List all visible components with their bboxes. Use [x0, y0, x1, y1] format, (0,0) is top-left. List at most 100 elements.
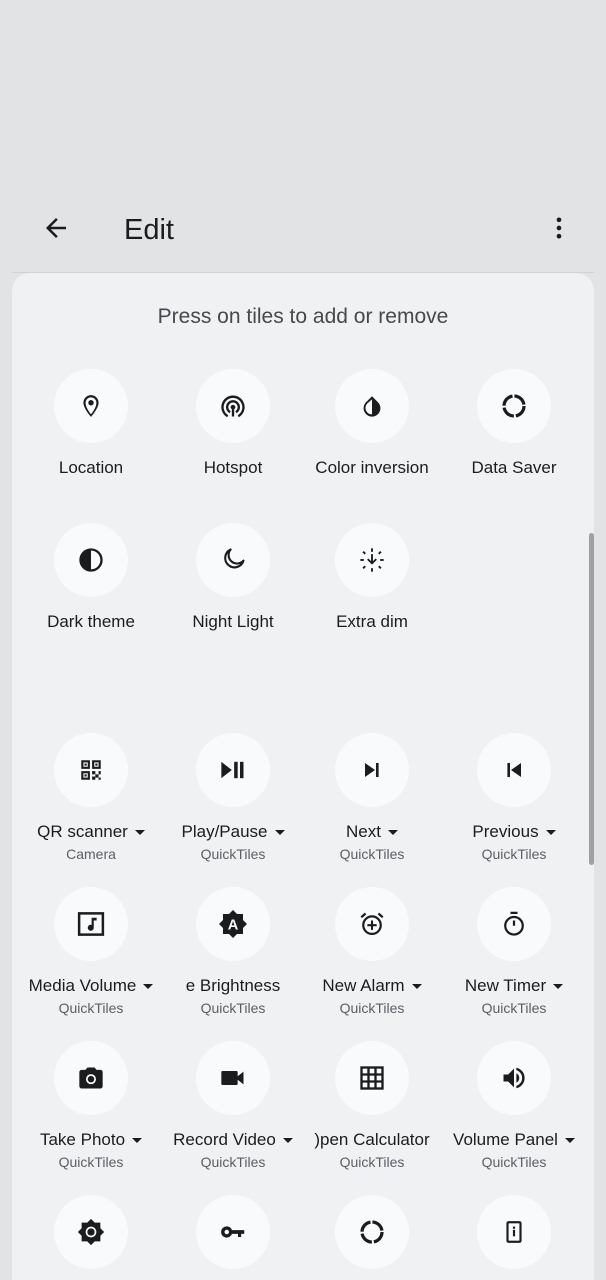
instruction-text: Press on tiles to add or remove	[157, 305, 449, 328]
tile-icon-bg	[196, 1195, 270, 1269]
tile-label: Hotspot	[203, 458, 263, 477]
chevron-down-icon	[553, 984, 564, 990]
tile-label: Next	[292, 821, 452, 843]
tile-record-video[interactable]: Record Video QuickTiles	[161, 1041, 305, 1171]
top-app-bar: Edit	[0, 190, 606, 270]
tile-dark-theme[interactable]: Dark theme	[19, 523, 163, 653]
tile-media-volume[interactable]: Media Volume QuickTiles	[19, 887, 163, 1017]
tile-icon-bg	[477, 369, 551, 443]
tile-device-info[interactable]	[442, 1195, 586, 1280]
tile-label: Location	[58, 458, 124, 477]
tile-icon-bg	[196, 1041, 270, 1115]
qr-code-icon	[81, 760, 101, 780]
tile-key[interactable]	[161, 1195, 305, 1280]
more-options-button[interactable]	[539, 208, 579, 248]
music-note-icon	[77, 912, 105, 936]
chevron-down-icon	[132, 1138, 143, 1144]
tile-icon-bg	[335, 1041, 409, 1115]
tile-sublabel: Camera	[66, 846, 116, 862]
tile-icon-bg	[54, 887, 128, 961]
chevron-down-icon	[143, 984, 154, 990]
page-title: Edit	[124, 214, 174, 246]
chevron-down-icon	[545, 830, 556, 836]
tile-label: Previous	[434, 821, 594, 843]
tile-auto-brightness[interactable]: A e Brightness QuickTiles	[161, 887, 305, 1017]
location-pin-icon	[83, 395, 99, 417]
tile-sublabel: QuickTiles	[481, 1000, 547, 1016]
tile-new-alarm[interactable]: New Alarm QuickTiles	[300, 887, 444, 1017]
tile-qr-scanner[interactable]: QR scanner Camera	[19, 733, 163, 863]
tile-location[interactable]: Location	[19, 369, 163, 499]
tile-icon-bg	[335, 1195, 409, 1269]
tile-extra-dim[interactable]: Extra dim	[300, 523, 444, 653]
tile-open-calculator[interactable]: )pen Calculator QuickTiles	[300, 1041, 444, 1171]
hotspot-icon	[221, 395, 245, 418]
tile-next[interactable]: Next QuickTiles	[300, 733, 444, 863]
tile-label: Media Volume	[12, 975, 171, 997]
videocam-icon	[221, 1071, 244, 1085]
tile-previous[interactable]: Previous QuickTiles	[442, 733, 586, 863]
moon-icon	[224, 548, 245, 569]
svg-text:A: A	[228, 918, 239, 934]
tile-new-timer[interactable]: New Timer QuickTiles	[442, 887, 586, 1017]
tile-label: Play/Pause	[153, 821, 313, 843]
tile-color-inversion[interactable]: Color inversion	[300, 369, 444, 499]
more-vert-icon	[556, 217, 562, 239]
tile-take-photo[interactable]: Take Photo QuickTiles	[19, 1041, 163, 1171]
skip-next-icon	[365, 763, 379, 777]
tile-icon-bg	[335, 523, 409, 597]
tile-icon-bg	[54, 733, 128, 807]
skip-previous-icon	[507, 763, 521, 777]
tile-label: Color inversion	[315, 458, 429, 477]
dark-theme-icon	[79, 548, 103, 572]
tiles-panel[interactable]: Press on tiles to add or remove Location…	[12, 273, 594, 1280]
tile-label: Extra dim	[336, 612, 408, 631]
chevron-down-icon	[274, 830, 285, 836]
tile-label: )pen Calculator	[314, 1130, 430, 1149]
tile-label: QR scanner	[12, 821, 171, 843]
back-button[interactable]	[36, 208, 76, 248]
tile-sublabel: QuickTiles	[339, 846, 405, 862]
play-pause-icon	[221, 761, 244, 779]
scrollbar[interactable]	[589, 533, 594, 865]
chevron-down-icon	[411, 984, 422, 990]
calculator-grid-icon	[360, 1066, 384, 1090]
alarm-add-icon	[360, 912, 384, 936]
tile-label: e Brightness	[185, 976, 281, 995]
tile-brightness-settings[interactable]	[19, 1195, 163, 1280]
tile-play-pause[interactable]: Play/Pause QuickTiles	[161, 733, 305, 863]
tile-label: Take Photo	[12, 1129, 171, 1151]
brightness-gear-icon	[77, 1218, 105, 1246]
tile-sublabel: QuickTiles	[481, 846, 547, 862]
tile-data-saver[interactable]: Data Saver	[442, 369, 586, 499]
tile-sublabel: QuickTiles	[339, 1154, 405, 1170]
tile-sublabel: QuickTiles	[200, 846, 266, 862]
tile-label: Dark theme	[47, 612, 135, 631]
tile-icon-bg	[477, 887, 551, 961]
tile-icon-bg: A	[196, 887, 270, 961]
tile-icon-bg	[54, 369, 128, 443]
tile-label: Volume Panel	[434, 1129, 594, 1151]
tile-icon-bg	[477, 1041, 551, 1115]
tile-icon-bg	[196, 369, 270, 443]
tile-label: New Alarm	[292, 975, 452, 997]
tile-volume-panel[interactable]: Volume Panel QuickTiles	[442, 1041, 586, 1171]
extra-dim-icon	[360, 548, 384, 572]
tile-icon-bg	[477, 733, 551, 807]
data-saver-icon	[502, 394, 526, 418]
tile-sublabel: QuickTiles	[481, 1154, 547, 1170]
data-saver-icon	[360, 1220, 384, 1244]
timer-icon	[504, 911, 524, 936]
chevron-down-icon	[134, 830, 145, 836]
tile-label: Record Video	[153, 1129, 313, 1151]
tile-icon-bg	[54, 1195, 128, 1269]
tile-sublabel: QuickTiles	[200, 1154, 266, 1170]
tile-data-saver-2[interactable]	[300, 1195, 444, 1280]
tile-icon-bg	[335, 887, 409, 961]
tile-hotspot[interactable]: Hotspot	[161, 369, 305, 499]
tile-sublabel: QuickTiles	[58, 1000, 124, 1016]
tile-night-light[interactable]: Night Light	[161, 523, 305, 653]
color-inversion-icon	[363, 396, 381, 417]
tile-label: Data Saver	[471, 458, 557, 477]
tile-icon-bg	[54, 1041, 128, 1115]
